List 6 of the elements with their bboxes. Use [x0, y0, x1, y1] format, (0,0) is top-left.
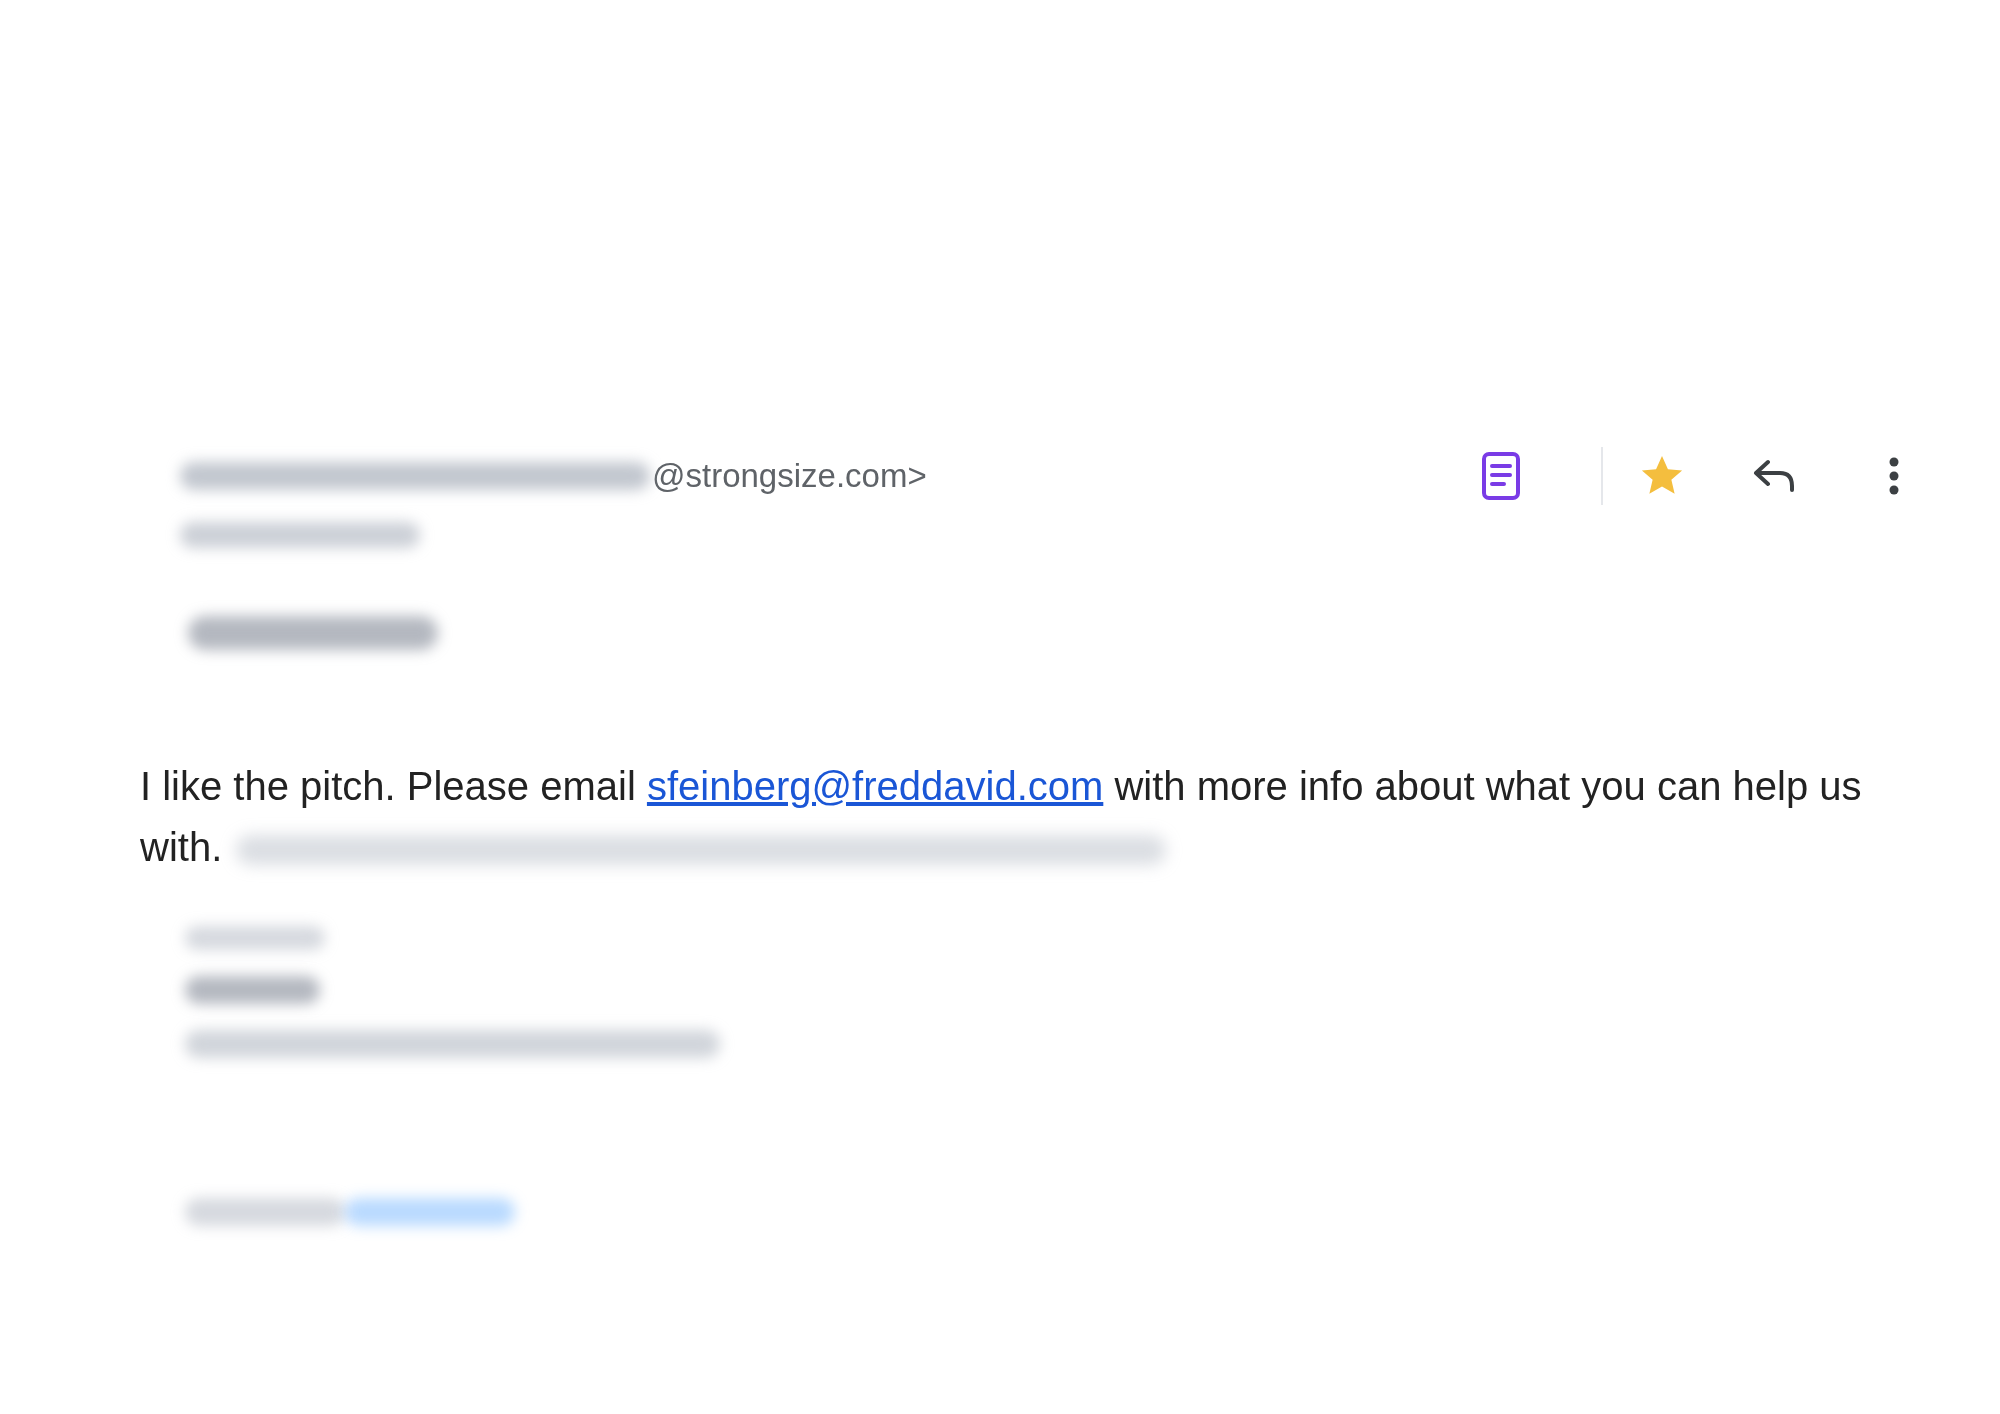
reply-icon[interactable] — [1752, 458, 1796, 494]
notes-icon[interactable] — [1480, 451, 1522, 501]
message-text: I like the pitch. Please email sfeinberg@freddavid.com with more info about what you can help us with. — [140, 763, 1863, 871]
sender-address: @strongsize.com> — [652, 456, 927, 497]
more-options-icon[interactable] — [1888, 456, 1900, 496]
email-link[interactable]: sfeinberg@freddavid.com — [646, 764, 1104, 808]
